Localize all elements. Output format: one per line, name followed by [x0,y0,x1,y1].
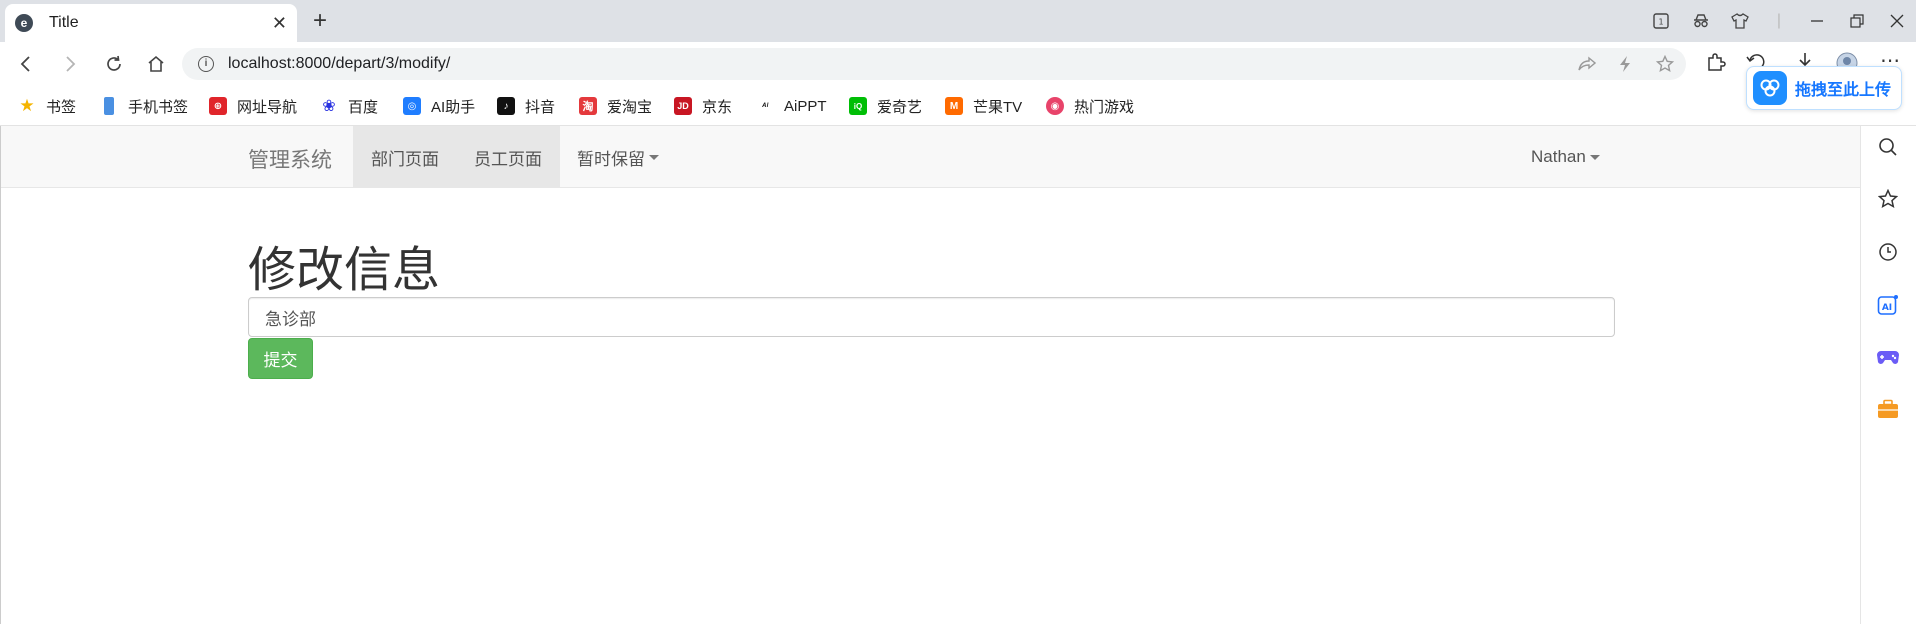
page-title: 修改信息 [248,244,441,297]
taobao-icon: 淘 [579,97,597,115]
bookmark-label: 爱奇艺 [877,98,923,116]
home-icon[interactable] [140,48,172,80]
bookmark-item-mangotv[interactable]: M 芒果TV [945,95,1022,117]
star-icon: ★ [19,96,35,115]
douyin-icon: ♪ [497,97,515,115]
bookmark-item-jd[interactable]: JD 京东 [674,95,732,117]
ai-icon[interactable]: AI [1875,292,1901,318]
url-text: localhost:8000/depart/3/modify/ [228,55,451,72]
department-name-input[interactable] [248,297,1615,337]
svg-text:1: 1 [1658,18,1663,27]
phone-icon [104,97,114,115]
bookmark-label: 热门游戏 [1074,98,1135,116]
mangotv-icon: M [945,97,963,115]
nav-label: 暂时保留 [577,149,645,169]
incognito-icon[interactable] [1688,8,1714,34]
tab-strip: e Title ✕ + 1 | [0,0,1916,42]
extensions-icon[interactable] [1706,52,1726,78]
nav-label: 员工页面 [474,149,542,169]
user-name: Nathan [1531,147,1586,166]
favorites-star-icon[interactable] [1875,186,1901,212]
site-info-icon[interactable]: i [198,56,214,72]
submit-button[interactable]: 提交 [248,338,313,379]
ai-assistant-icon: ◎ [403,97,421,115]
bookmark-bar: ★ 书签 手机书签 ⊕ 网址导航 ❀ 百度 ◎ AI助手 ♪ 抖音 淘 爱淘宝 … [0,86,1916,126]
toolbox-icon[interactable] [1875,396,1901,422]
share-icon[interactable] [1578,48,1596,80]
nav-item-employees[interactable]: 员工页面 [456,126,560,188]
baidu-icon: ❀ [322,98,336,115]
svg-text:AI: AI [1882,303,1892,313]
bookmark-item-iqiyi[interactable]: iQ 爱奇艺 [849,95,922,117]
hao123-icon: ⊕ [209,97,227,115]
bookmark-label: AI助手 [431,98,476,116]
bookmark-star-icon[interactable] [1656,48,1674,80]
nav-dropdown-reserved[interactable]: 暂时保留 [559,126,677,188]
upload-drop-button[interactable]: 拖拽至此上传 [1746,66,1902,110]
caret-down-icon [649,154,659,160]
browser-logo-icon: e [15,14,33,32]
toolbar-divider: | [1776,12,1782,29]
bookmark-item-douyin[interactable]: ♪ 抖音 [497,95,555,117]
reload-icon[interactable] [98,48,130,80]
iqiyi-icon: iQ [849,97,867,115]
user-dropdown[interactable]: Nathan [1513,126,1618,188]
upload-label: 拖拽至此上传 [1795,82,1892,99]
forward-icon[interactable] [54,48,86,80]
bookmark-label: 抖音 [525,98,556,116]
browser-sidebar: AI [1860,126,1916,624]
bookmark-label: 百度 [348,98,379,116]
lightning-icon[interactable] [1618,48,1632,80]
nav-label: 部门页面 [371,149,439,169]
aippt-icon: ᴬᴵ [761,101,769,111]
bookmark-item-aippt[interactable]: ᴬᴵ AiPPT [756,95,827,117]
skin-shirt-icon[interactable] [1727,8,1753,34]
bookmark-item-hao123[interactable]: ⊕ 网址导航 [209,95,297,117]
bookmark-item-taobao[interactable]: 淘 爱淘宝 [579,95,652,117]
search-icon[interactable] [1875,134,1901,160]
bookmark-label: AiPPT [784,97,827,115]
bookmark-label: 网址导航 [237,98,298,116]
jd-icon: JD [674,97,692,115]
minimize-icon[interactable] [1804,8,1830,34]
tab-title: Title [49,14,79,31]
bookmark-item-mobile[interactable]: 手机书签 [100,95,188,117]
caret-down-icon [1589,154,1600,160]
browser-toolbar: i localhost:8000/depart/3/modify/ ⋯ [0,42,1916,86]
address-bar[interactable]: i localhost:8000/depart/3/modify/ [182,48,1686,80]
bookmark-label: 书签 [46,98,77,116]
tab-close-icon[interactable]: ✕ [272,13,287,34]
bookmark-item-ai-assistant[interactable]: ◎ AI助手 [403,95,475,117]
app-navbar: 管理系统 部门页面 员工页面 暂时保留 Nathan [1,126,1860,188]
history-clock-icon[interactable] [1875,239,1901,265]
nav-item-departments[interactable]: 部门页面 [353,126,457,188]
bookmark-item-baidu[interactable]: ❀ 百度 [320,95,378,117]
browser-tab[interactable]: e Title ✕ [5,4,297,42]
bookmark-label: 手机书签 [128,98,189,116]
game-icon: ◉ [1046,97,1064,115]
restore-icon[interactable] [1844,8,1870,34]
brand-link[interactable]: 管理系统 [248,144,332,174]
page-viewport: 管理系统 部门页面 员工页面 暂时保留 Nathan 修改信息 提交 [0,126,1860,624]
close-window-icon[interactable] [1884,8,1910,34]
gamepad-icon[interactable] [1875,344,1901,370]
bookmark-item-games[interactable]: ◉ 热门游戏 [1046,95,1134,117]
new-tab-button[interactable]: + [306,8,334,36]
baidu-netdisk-icon [1753,71,1787,105]
back-icon[interactable] [10,48,42,80]
bookmark-item-bookmarks[interactable]: ★ 书签 [18,95,76,117]
bookmark-label: 京东 [702,98,733,116]
tab-count-icon[interactable]: 1 [1648,8,1674,34]
bookmark-label: 爱淘宝 [607,98,653,116]
bookmark-label: 芒果TV [973,98,1023,116]
